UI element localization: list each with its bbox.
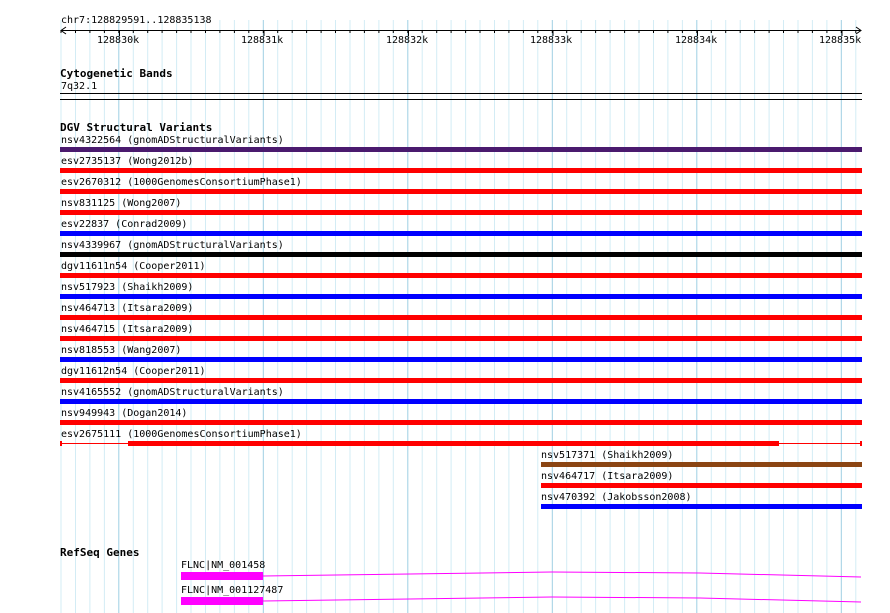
sv-feature-bar	[60, 294, 862, 299]
sv-feature-label[interactable]: nsv464717 (Itsara2009)	[541, 471, 673, 482]
sv-feature-label[interactable]: nsv818553 (Wang2007)	[61, 345, 181, 356]
gene-exon	[181, 597, 263, 605]
sv-feature-bar	[60, 231, 862, 236]
sv-feature-label[interactable]: esv2735137 (Wong2012b)	[61, 156, 193, 167]
sv-feature-label[interactable]: nsv464713 (Itsara2009)	[61, 303, 193, 314]
dgv-track-title: DGV Structural Variants	[60, 121, 213, 134]
sv-feature-label[interactable]: nsv4322564 (gnomADStructuralVariants)	[61, 135, 284, 146]
sv-feature-label[interactable]: nsv470392 (Jakobsson2008)	[541, 492, 692, 503]
ruler-tick-label: 128835k	[819, 35, 862, 46]
sv-feature-bar	[60, 315, 862, 320]
sv-feature-bar	[860, 441, 862, 446]
sv-feature-label[interactable]: dgv11611n54 (Cooper2011)	[61, 261, 206, 272]
sv-feature-label[interactable]: nsv831125 (Wong2007)	[61, 198, 181, 209]
sv-feature-bar	[60, 357, 862, 362]
sv-feature-label[interactable]: esv22837 (Conrad2009)	[61, 219, 187, 230]
ruler-tick-label: 128833k	[530, 35, 573, 46]
sv-feature-label[interactable]: nsv4165552 (gnomADStructuralVariants)	[61, 387, 284, 398]
sv-feature-bar	[60, 168, 862, 173]
sv-feature-label[interactable]: esv2670312 (1000GenomesConsortiumPhase1)	[61, 177, 302, 188]
ruler-tick-label: 128830k	[97, 35, 140, 46]
sv-feature-label[interactable]: nsv517371 (Shaikh2009)	[541, 450, 673, 461]
sv-feature-label[interactable]: nsv464715 (Itsara2009)	[61, 324, 193, 335]
gene-label[interactable]: FLNC|NM_001458	[181, 560, 265, 571]
sv-feature-label[interactable]: dgv11612n54 (Cooper2011)	[61, 366, 206, 377]
sv-feature-bar	[60, 210, 862, 215]
sv-feature-bar	[60, 147, 862, 152]
sv-feature-bar	[60, 189, 862, 194]
sv-feature-bar	[60, 399, 862, 404]
gene-intron-line	[262, 571, 862, 578]
sv-feature-label[interactable]: nsv4339967 (gnomADStructuralVariants)	[61, 240, 284, 251]
ruler-tick-label: 128832k	[386, 35, 429, 46]
sv-feature-bar	[60, 420, 862, 425]
sv-feature-bar	[541, 462, 862, 467]
sv-feature-bar	[60, 252, 862, 257]
sv-feature-bar	[541, 504, 862, 509]
sv-feature-label[interactable]: nsv949943 (Dogan2014)	[61, 408, 187, 419]
ruler-tick-label: 128834k	[675, 35, 718, 46]
genome-browser-panel: chr7:128829591..128835138 128830k 128831…	[0, 0, 890, 613]
sv-feature-bar	[60, 273, 862, 278]
refseq-track-title: RefSeq Genes	[60, 546, 140, 559]
cytoband-bar	[60, 93, 862, 94]
ruler-tick-label: 128831k	[241, 35, 284, 46]
sv-feature-bar	[60, 441, 62, 446]
gene-label[interactable]: FLNC|NM_001127487	[181, 585, 283, 596]
sv-feature-bar	[60, 336, 862, 341]
sv-feature-bar	[60, 378, 862, 383]
track-separator	[60, 99, 862, 100]
sv-feature-bar	[128, 441, 779, 446]
cytoband-label[interactable]: 7q32.1	[61, 81, 97, 92]
gene-intron-line	[262, 596, 862, 603]
sv-feature-label[interactable]: nsv517923 (Shaikh2009)	[61, 282, 193, 293]
sv-feature-label[interactable]: esv2675111 (1000GenomesConsortiumPhase1)	[61, 429, 302, 440]
cytoband-track-title: Cytogenetic Bands	[60, 67, 173, 80]
sv-feature-bar	[541, 483, 862, 488]
gene-exon	[181, 572, 263, 580]
region-label: chr7:128829591..128835138	[61, 15, 212, 26]
